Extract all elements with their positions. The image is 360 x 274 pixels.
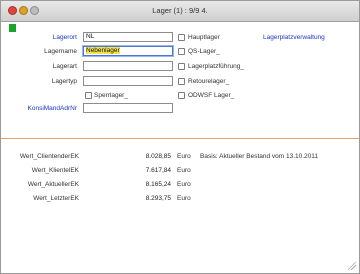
lagername-label: Lagername: [44, 48, 77, 55]
lagerart-label: Lagerart: [52, 63, 77, 70]
title-bar[interactable]: Lager (1) : 9/9 4.: [1, 1, 359, 22]
wert-letzter-ek-value: 8.293,75: [145, 195, 171, 202]
lagerart-field[interactable]: [83, 61, 173, 71]
lagerort-field[interactable]: NL: [83, 32, 173, 42]
odwsf-lager-checkbox[interactable]: [178, 92, 185, 99]
qs-lager-label: QS-Lager_: [188, 48, 220, 55]
lagerplatzfuehrung-checkbox[interactable]: [178, 63, 185, 70]
wert-clientender-ek-label: Wert_ClientenderEK: [19, 153, 79, 160]
resize-grip[interactable]: [348, 262, 356, 270]
retourelager-checkbox[interactable]: [178, 78, 185, 85]
wert-letzter-ek-label: Wert_LetzterEK: [33, 195, 79, 202]
section-divider: [1, 138, 359, 139]
lagertyp-field[interactable]: [83, 76, 173, 86]
status-marker: [9, 24, 16, 32]
odwsf-lager-label: ODWSF Lager_: [188, 92, 235, 99]
wert-aktueller-ek-label: Wert_AktuellerEK: [27, 181, 79, 188]
lagerplatzverwaltung-link[interactable]: Lagerplatzverwaltung: [263, 34, 325, 41]
window-title: Lager (1) : 9/9 4.: [152, 6, 208, 15]
lager-window: Lager (1) : 9/9 4. Lagerort NL Lagername…: [0, 0, 360, 274]
wert-aktueller-ek-currency: Euro: [177, 181, 191, 188]
lagerplatzfuehrung-label: Lagerplatzführung_: [188, 63, 245, 70]
retourelager-label: Retourelager_: [188, 78, 230, 85]
qs-lager-checkbox[interactable]: [178, 48, 185, 55]
lagerort-label: Lagerort: [52, 34, 77, 41]
konsi-field[interactable]: [83, 103, 173, 113]
konsi-label: KonsiMandAdrNr: [27, 105, 78, 112]
lagertyp-label: Lagertyp: [51, 78, 77, 85]
hauptlager-label: Hauptlager: [188, 34, 220, 41]
sperrlager-checkbox[interactable]: [85, 92, 92, 99]
wert-klientel-ek-value: 7.617,84: [145, 167, 171, 174]
sperrlager-label: Sperrlager_: [94, 92, 128, 99]
wert-klientel-ek-currency: Euro: [177, 167, 191, 174]
wert-klientel-ek-label: Wert_KlientelEK: [31, 167, 79, 174]
hauptlager-checkbox[interactable]: [178, 34, 185, 41]
lagername-value: Nebenlager: [86, 47, 120, 54]
wert-clientender-ek-value: 8.028,85: [145, 153, 171, 160]
basis-text: Basis: Aktueller Bestand vom 13.10.2011: [200, 153, 319, 160]
wert-aktueller-ek-value: 8.165,24: [145, 181, 171, 188]
lagername-field[interactable]: Nebenlager: [83, 46, 173, 56]
wert-clientender-ek-currency: Euro: [177, 153, 191, 160]
wert-letzter-ek-currency: Euro: [177, 195, 191, 202]
